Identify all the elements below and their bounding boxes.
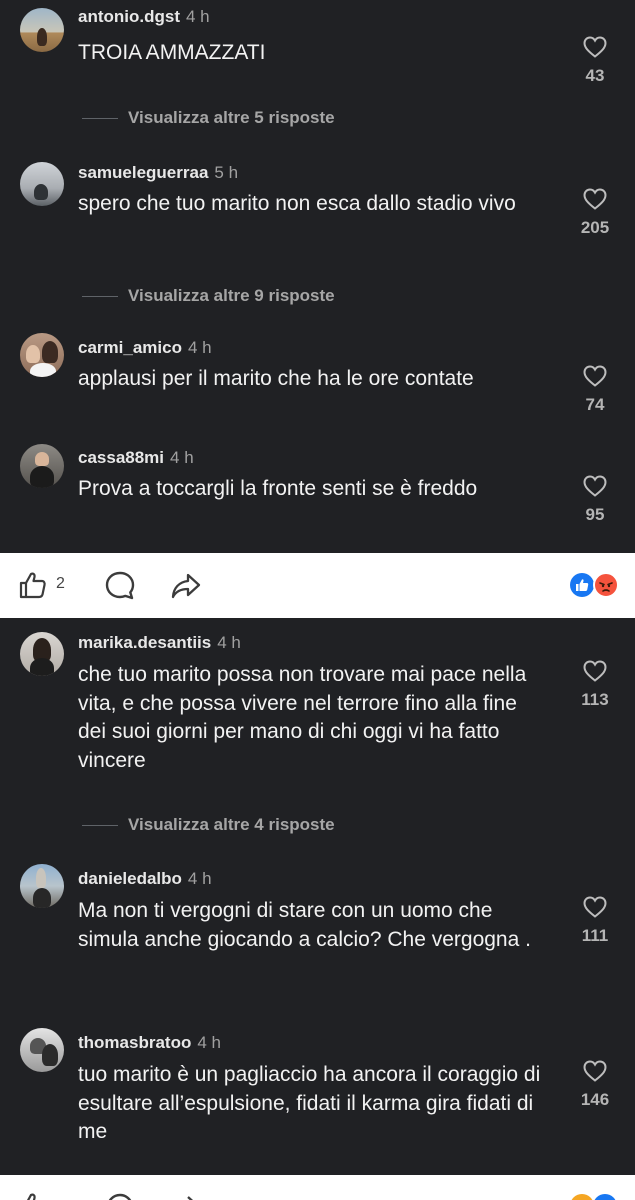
share-button[interactable] [170, 570, 202, 607]
post-like-count: 2 [56, 575, 65, 592]
comment-text: Prova a toccargli la fronte senti se è f… [78, 477, 478, 500]
share-icon [187, 1196, 194, 1200]
avatar[interactable] [20, 162, 64, 206]
view-more-replies-label: Visualizza altre 5 risposte [128, 108, 335, 127]
like-button[interactable]: 146 [575, 1060, 615, 1110]
avatar[interactable] [20, 8, 64, 52]
comments-panel-top: antonio.dgst 4 h TROIA AMMAZZATI 43 Visua… [0, 0, 635, 553]
like-reaction-icon[interactable] [570, 573, 594, 597]
like-count: 95 [585, 505, 605, 524]
reaction-icon [593, 1194, 617, 1200]
post-action-bar: 2 [0, 553, 635, 618]
comment-icon [105, 571, 135, 600]
view-more-replies-label: Visualizza altre 4 risposte [128, 815, 335, 834]
like-button[interactable]: 111 [575, 896, 615, 946]
avatar[interactable] [20, 444, 64, 488]
heart-icon [583, 36, 607, 58]
heart-icon [583, 188, 607, 210]
view-more-replies-label: Visualizza altre 9 risposte [128, 286, 335, 305]
like-button[interactable]: 43 [575, 36, 615, 86]
thumbs-up-icon [26, 1193, 36, 1200]
comment-item: cassa88mi 4 h Prova a toccargli la fronte… [0, 444, 635, 547]
like-count: 113 [581, 690, 609, 709]
comment-text: Ma non ti vergogni di stare con un uomo … [78, 899, 531, 951]
heart-icon [583, 475, 607, 497]
comment-item: thomasbratoo 4 h tuo marito è un pagliacc… [0, 1028, 635, 1172]
heart-icon [583, 660, 607, 682]
timestamp: 4 h [197, 1033, 221, 1052]
comment-text: che tuo marito possa non trovare mai pac… [78, 663, 527, 772]
avatar[interactable] [20, 632, 64, 676]
username[interactable]: danieledalbo [78, 869, 182, 888]
share-icon [171, 573, 201, 599]
like-button[interactable]: 205 [575, 188, 615, 238]
thumbs-up-icon [19, 572, 46, 599]
like-post-button[interactable] [18, 570, 48, 605]
like-count: 205 [580, 218, 610, 237]
username[interactable]: cassa88mi [78, 448, 164, 467]
like-count: 146 [580, 1090, 610, 1109]
like-count: 74 [585, 395, 605, 414]
avatar[interactable] [20, 333, 64, 377]
angry-reaction-icon[interactable] [593, 572, 619, 598]
comment-text: TROIA AMMAZZATI [78, 41, 266, 64]
username[interactable]: carmi_amico [78, 338, 182, 357]
timestamp: 5 h [214, 163, 239, 182]
comment-item: marika.desantiis 4 h che tuo marito possa… [0, 632, 635, 802]
like-count: 111 [581, 926, 609, 945]
comment-item: carmi_amico 4 h applausi per il marito ch… [0, 333, 635, 432]
like-button[interactable]: 95 [575, 475, 615, 525]
like-button[interactable]: 74 [575, 365, 615, 415]
username[interactable]: samueleguerraa [78, 163, 208, 182]
comment-button[interactable] [104, 570, 136, 607]
heart-icon [583, 365, 607, 387]
timestamp: 4 h [217, 633, 241, 652]
comment-text: tuo marito è un pagliaccio ha ancora il … [78, 1063, 541, 1143]
timestamp: 4 h [187, 869, 212, 888]
comment-text: applausi per il marito che ha le ore con… [78, 367, 474, 390]
divider [82, 825, 118, 826]
comment-item: samueleguerraa 5 h spero che tuo marito n… [0, 162, 635, 272]
username[interactable]: thomasbratoo [78, 1033, 191, 1052]
divider [82, 118, 118, 119]
timestamp: 4 h [185, 7, 210, 26]
heart-icon [583, 896, 607, 918]
comment-icon [108, 1193, 132, 1200]
timestamp: 4 h [170, 448, 194, 467]
timestamp: 4 h [187, 338, 212, 357]
avatar[interactable] [20, 1028, 64, 1072]
comment-text: spero che tuo marito non esca dallo stad… [78, 192, 516, 215]
username[interactable]: marika.desantiis [78, 633, 211, 652]
like-count: 43 [585, 66, 605, 85]
avatar[interactable] [20, 864, 64, 908]
username[interactable]: antonio.dgst [78, 7, 180, 26]
like-button[interactable]: 113 [575, 660, 615, 710]
post-action-bar-partial [0, 1175, 635, 1200]
heart-icon [583, 1060, 607, 1082]
reaction-icon [570, 1194, 594, 1200]
comment-item: danieledalbo 4 h Ma non ti vergogni di st… [0, 864, 635, 998]
comments-panel-bottom: marika.desantiis 4 h che tuo marito possa… [0, 618, 635, 1175]
divider [82, 296, 118, 297]
comment-item: antonio.dgst 4 h TROIA AMMAZZATI 43 [0, 6, 635, 106]
